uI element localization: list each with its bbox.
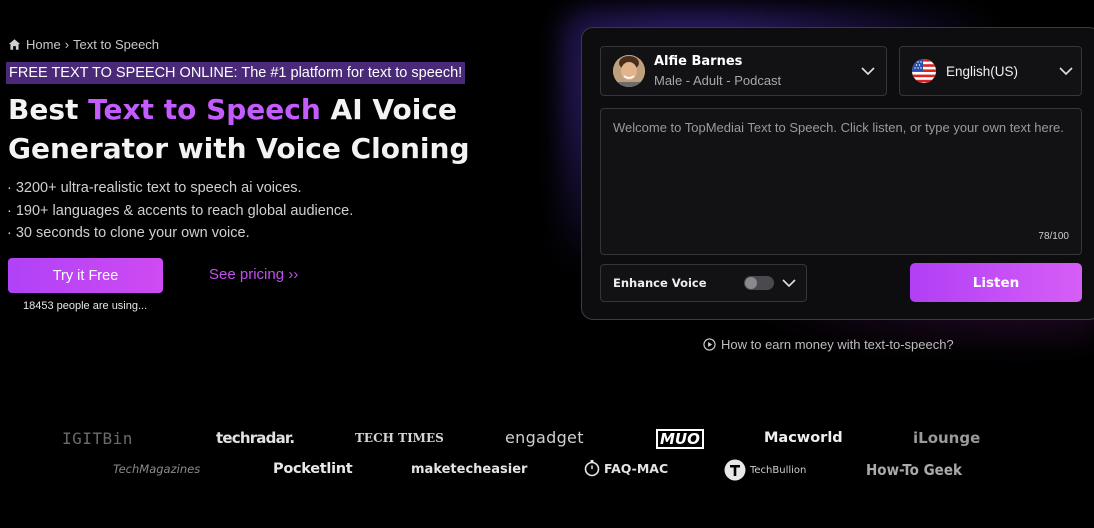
enhance-voice-label: Enhance Voice — [613, 276, 707, 290]
text-input-area[interactable]: Welcome to TopMediai Text to Speech. Cli… — [600, 108, 1082, 255]
techbullion-icon — [724, 459, 746, 481]
toggle-knob — [745, 277, 757, 289]
enhance-voice-toggle[interactable] — [744, 276, 774, 290]
try-it-free-button[interactable]: Try it Free — [8, 258, 163, 293]
avatar — [613, 55, 645, 87]
logo-muo: MUO — [656, 429, 704, 449]
page-title: Best Text to Speech AI Voice Generator w… — [8, 90, 478, 168]
language-selector[interactable]: English(US) — [899, 46, 1082, 96]
tts-panel: Alfie Barnes Male - Adult - Podcast Engl… — [581, 27, 1094, 320]
voice-selector[interactable]: Alfie Barnes Male - Adult - Podcast — [600, 46, 887, 96]
tagline-banner: FREE TEXT TO SPEECH ONLINE: The #1 platf… — [6, 62, 466, 84]
logo-techradar: techradar. — [216, 429, 295, 447]
user-count-text: 18453 people are using... — [23, 300, 148, 312]
logo-techbullion: TechBullion — [724, 459, 806, 481]
see-pricing-link[interactable]: See pricing ›› — [209, 266, 298, 283]
text-placeholder: Welcome to TopMediai Text to Speech. Cli… — [613, 120, 1064, 135]
logo-faq-mac: FAQ-MAC — [583, 459, 668, 477]
stopwatch-icon — [584, 460, 600, 477]
feature-item: · 190+ languages & accents to reach glob… — [7, 202, 354, 219]
earn-money-link[interactable]: How to earn money with text-to-speech? — [703, 337, 954, 352]
feature-item: · 3200+ ultra-realistic text to speech a… — [7, 180, 302, 196]
logo-digitbin: IGITBin — [62, 429, 133, 448]
logo-maketecheasier: maketecheasier — [411, 462, 528, 477]
logo-techmagazines: TechMagazines — [113, 462, 201, 476]
voice-name: Alfie Barnes — [654, 54, 743, 69]
us-flag-icon — [912, 59, 936, 83]
chevron-down-icon[interactable] — [782, 279, 796, 288]
breadcrumb-home-link[interactable]: Home — [26, 37, 61, 52]
techbullion-label: TechBullion — [750, 464, 807, 476]
title-part1: Best — [8, 93, 89, 126]
chevron-down-icon — [1059, 67, 1073, 76]
logo-howtogeek: How-To Geek — [866, 461, 962, 479]
logo-techtimes: TECH TIMES — [355, 431, 444, 445]
breadcrumb: Home › Text to Speech — [8, 37, 159, 52]
logo-ilounge: iLounge — [913, 429, 981, 447]
logo-pocketlint: Pocketlint — [273, 461, 353, 477]
home-icon[interactable] — [8, 38, 21, 51]
enhance-voice-control: Enhance Voice — [600, 264, 807, 302]
breadcrumb-separator: › — [64, 37, 70, 52]
breadcrumb-current: Text to Speech — [73, 37, 160, 52]
chevron-down-icon — [861, 67, 875, 76]
earn-money-label: How to earn money with text-to-speech? — [721, 337, 954, 352]
feature-list: · 3200+ ultra-realistic text to speech a… — [7, 177, 353, 245]
title-accent: Text to Speech — [88, 93, 321, 126]
char-count: 78/100 — [1038, 231, 1069, 242]
voice-meta: Male - Adult - Podcast — [654, 73, 782, 88]
logo-macworld: Macworld — [764, 430, 843, 446]
play-circle-icon — [703, 338, 716, 351]
language-label: English(US) — [946, 63, 1019, 79]
feature-item: · 30 seconds to clone your own voice. — [7, 225, 250, 241]
faq-mac-label: FAQ-MAC — [604, 460, 669, 476]
logo-engadget: engadget — [505, 428, 584, 447]
listen-button[interactable]: Listen — [910, 263, 1082, 302]
